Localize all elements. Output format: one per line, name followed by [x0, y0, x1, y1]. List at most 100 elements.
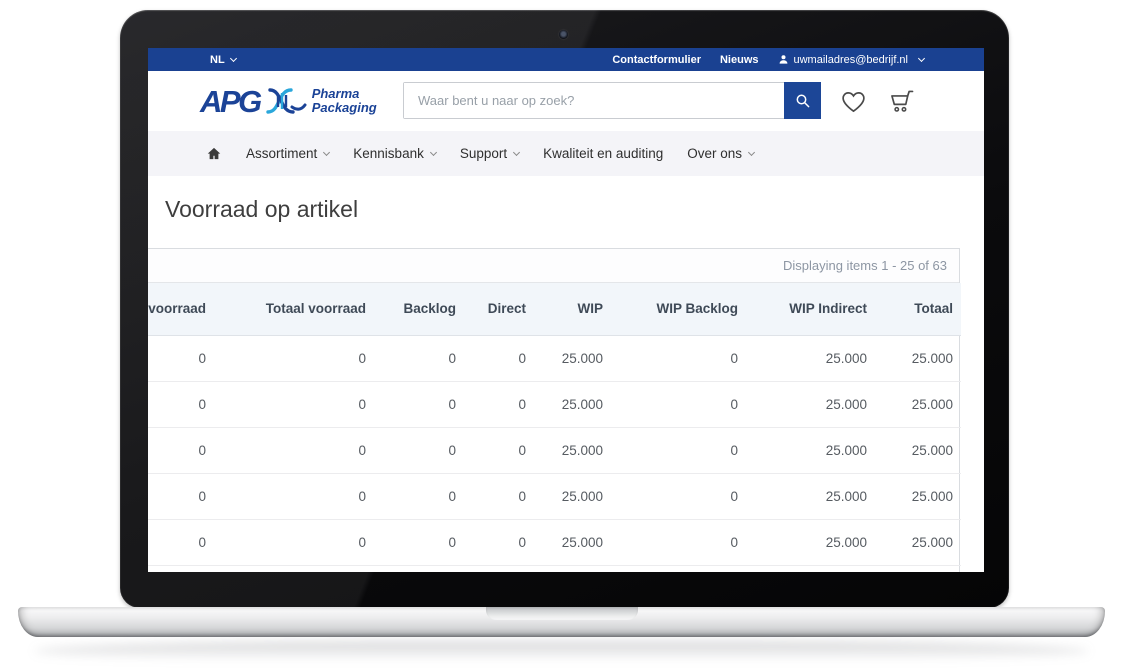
- table-cell: 0: [611, 519, 746, 565]
- chevron-down-icon: [513, 149, 520, 156]
- account-menu[interactable]: uwmailadres@bedrijf.nl: [778, 54, 925, 66]
- table-row: 0 0 0 0 25.000 0 25.000 25.000: [148, 519, 961, 565]
- logo-acronym: APG: [200, 86, 260, 117]
- table-cell: 25.000: [746, 473, 875, 519]
- table-cell: 0: [464, 519, 534, 565]
- column-header-voorraad: voorraad: [148, 283, 214, 335]
- table-cell: 25.000: [746, 381, 875, 427]
- table-cell: 0: [214, 335, 374, 381]
- table-cell: 25.000: [875, 335, 961, 381]
- table-cell: 25.000: [875, 427, 961, 473]
- contact-form-link[interactable]: Contactformulier: [612, 54, 701, 66]
- heart-icon: [840, 89, 867, 114]
- language-label: NL: [210, 54, 225, 66]
- chevron-down-icon: [430, 149, 437, 156]
- nav-item-kennisbank[interactable]: Kennisbank: [353, 146, 436, 161]
- column-header-wip: WIP: [534, 283, 611, 335]
- page-title: Voorraad op artikel: [165, 196, 358, 223]
- table-cell: 0: [148, 381, 214, 427]
- browser-viewport: NL Contactformulier Nieuws uwmailadres@b…: [148, 48, 984, 572]
- table-cell: 0: [374, 381, 464, 427]
- cart-button[interactable]: [888, 89, 915, 114]
- laptop-base-notch: [486, 607, 638, 620]
- nav-item-kwaliteit-en-auditing[interactable]: Kwaliteit en auditing: [543, 146, 663, 161]
- table-cell: 0: [374, 335, 464, 381]
- table-cell: 25.000: [875, 519, 961, 565]
- table-cell: 0: [148, 427, 214, 473]
- account-email: uwmailadres@bedrijf.nl: [794, 54, 909, 66]
- wishlist-button[interactable]: [840, 89, 867, 114]
- table-cell: 0: [374, 473, 464, 519]
- table-cell: 25.000: [746, 335, 875, 381]
- table-cell: 0: [148, 335, 214, 381]
- column-header-direct: Direct: [464, 283, 534, 335]
- table-cell: 25.000: [875, 473, 961, 519]
- nav-item-assortiment[interactable]: Assortiment: [246, 146, 329, 161]
- chevron-down-icon: [230, 54, 237, 61]
- search-bar: [403, 82, 821, 119]
- table-cell: 0: [464, 473, 534, 519]
- dna-helix-icon: [265, 85, 307, 117]
- column-header-wip-backlog: WIP Backlog: [611, 283, 746, 335]
- laptop-lid: NL Contactformulier Nieuws uwmailadres@b…: [120, 10, 1009, 608]
- table-cell: 0: [214, 473, 374, 519]
- table-cell: 0: [214, 381, 374, 427]
- nav-item-support[interactable]: Support: [460, 146, 519, 161]
- main-navigation: Assortiment Kennisbank Support Kwaliteit…: [148, 131, 984, 176]
- search-icon: [794, 92, 812, 110]
- chevron-down-icon: [918, 54, 925, 61]
- nav-item-over-ons[interactable]: Over ons: [687, 146, 754, 161]
- table-cell: 0: [464, 335, 534, 381]
- home-icon: [206, 146, 222, 161]
- chevron-down-icon: [748, 149, 755, 156]
- table-row: 0 0 0 0 25.000 0 25.000 25.000: [148, 381, 961, 427]
- stock-table: voorraad Totaal voorraad Backlog Direct …: [148, 283, 961, 566]
- table-cell: 0: [611, 473, 746, 519]
- table-body: 0 0 0 0 25.000 0 25.000 25.000 0 0: [148, 335, 961, 565]
- table-cell: 25.000: [746, 519, 875, 565]
- site-logo[interactable]: APG Pharma Packaging: [200, 85, 377, 117]
- column-header-backlog: Backlog: [374, 283, 464, 335]
- laptop-base: [18, 607, 1105, 637]
- language-selector[interactable]: NL: [210, 54, 236, 66]
- table-row: 0 0 0 0 25.000 0 25.000 25.000: [148, 335, 961, 381]
- page-content: Voorraad op artikel Displaying items 1 -…: [148, 176, 984, 572]
- logo-wordmark: Pharma Packaging: [312, 87, 377, 115]
- stock-table-card: Displaying items 1 - 25 of 63 voorraad T…: [148, 248, 960, 572]
- user-icon: [778, 54, 789, 65]
- table-cell: 25.000: [534, 519, 611, 565]
- table-cell: 25.000: [534, 427, 611, 473]
- table-cell: 0: [214, 427, 374, 473]
- laptop-reflection: [34, 641, 1089, 661]
- table-cell: 25.000: [534, 335, 611, 381]
- table-cell: 0: [374, 519, 464, 565]
- table-cell: 25.000: [534, 381, 611, 427]
- topbar-links: Contactformulier Nieuws uwmailadres@bedr…: [612, 54, 984, 66]
- table-cell: 0: [214, 519, 374, 565]
- search-button[interactable]: [784, 82, 821, 119]
- search-input[interactable]: [404, 83, 784, 118]
- table-cell: 0: [464, 427, 534, 473]
- site-header: APG Pharma Packaging: [148, 71, 984, 131]
- chevron-down-icon: [323, 149, 330, 156]
- header-icons: [840, 89, 915, 114]
- table-cell: 25.000: [534, 473, 611, 519]
- table-header-row: voorraad Totaal voorraad Backlog Direct …: [148, 283, 961, 335]
- table-cell: 25.000: [875, 381, 961, 427]
- home-button[interactable]: [206, 146, 222, 161]
- table-cell: 0: [148, 519, 214, 565]
- news-link[interactable]: Nieuws: [720, 54, 759, 66]
- table-cell: 0: [611, 381, 746, 427]
- table-cell: 0: [374, 427, 464, 473]
- column-header-wip-indirect: WIP Indirect: [746, 283, 875, 335]
- cart-icon: [888, 89, 915, 114]
- column-header-totaal-voorraad: Totaal voorraad: [214, 283, 374, 335]
- table-cell: 0: [611, 427, 746, 473]
- column-header-totaal: Totaal: [875, 283, 961, 335]
- table-cell: 0: [611, 335, 746, 381]
- table-row: 0 0 0 0 25.000 0 25.000 25.000: [148, 473, 961, 519]
- laptop-mockup: NL Contactformulier Nieuws uwmailadres@b…: [0, 0, 1122, 669]
- table-row: 0 0 0 0 25.000 0 25.000 25.000: [148, 427, 961, 473]
- webcam: [559, 30, 568, 39]
- table-cell: 0: [464, 381, 534, 427]
